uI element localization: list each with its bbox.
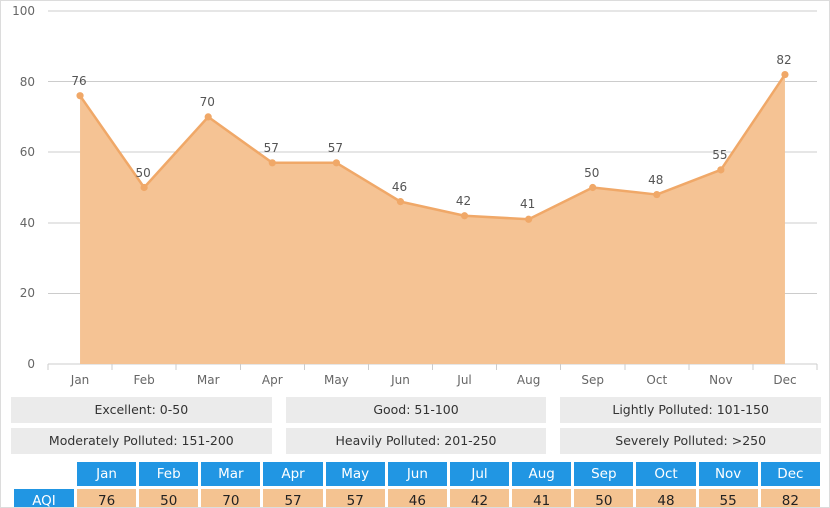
area-chart: 0 20 40 60 80 100 Jan Feb Mar Apr May Jun Jul Aug Sep…: [1, 1, 829, 391]
table-value-jun: 46: [387, 489, 447, 507]
table-col-header-sep: Sep: [574, 462, 634, 486]
table-col-header-feb: Feb: [139, 462, 199, 486]
y-tick-label-20: 20: [19, 286, 35, 301]
y-tick-label-80: 80: [19, 74, 35, 89]
table-col-header-jul: Jul: [449, 462, 510, 486]
legend-row-2: Moderately Polluted: 151-200 Heavily Pol…: [11, 428, 822, 454]
x-tick-label-jan: Jan: [70, 373, 90, 387]
point-value-apr: 57: [263, 140, 279, 155]
data-point-jan[interactable]: [76, 92, 84, 100]
point-value-dec: 82: [776, 52, 792, 67]
x-tick-label-may: May: [323, 373, 349, 387]
table-value-dec: 82: [760, 489, 820, 507]
legend-item-good[interactable]: Good: 51-100: [285, 397, 547, 423]
data-point-oct[interactable]: [653, 190, 661, 199]
legend-item-moderately-polluted[interactable]: Moderately Polluted: 151-200: [11, 428, 272, 454]
x-tick-label-apr: Apr: [261, 373, 283, 387]
table-col-header-mar: Mar: [201, 462, 261, 486]
y-tick-label-0: 0: [27, 357, 35, 371]
aqi-chart-page: 0 20 40 60 80 100 Jan Feb Mar Apr May Jun Jul Aug Sep…: [0, 0, 830, 508]
legend-item-excellent[interactable]: Excellent: 0-50: [11, 397, 272, 423]
area-fill: [80, 74, 785, 364]
table-value-nov: 55: [698, 489, 758, 507]
table-col-header-may: May: [325, 462, 385, 486]
table-value-jan: 76: [77, 489, 137, 507]
table-value-mar: 70: [201, 489, 261, 507]
chart-canvas: [47, 10, 818, 370]
table-value-feb: 50: [139, 489, 199, 507]
y-tick-label-60: 60: [19, 145, 35, 160]
x-tick-label-feb: Feb: [133, 373, 155, 387]
data-point-aug[interactable]: [525, 215, 533, 223]
table-col-header-nov: Nov: [698, 462, 758, 486]
point-value-jun: 46: [391, 179, 408, 194]
aqi-legend: Excellent: 0-50 Good: 51-100 Lightly Pol…: [11, 397, 822, 459]
table-header-row: Jan Feb Mar Apr May Jun Jul Aug Sep Oct Nov Dec: [14, 462, 820, 486]
x-tick-label-oct: Oct: [646, 373, 668, 387]
x-tick-label-mar: Mar: [196, 373, 220, 387]
aqi-data-table: Jan Feb Mar Apr May Jun Jul Aug Sep Oct Nov Dec AQI…: [11, 459, 823, 507]
table-value-sep: 50: [574, 489, 634, 507]
table-col-header-aug: Aug: [512, 462, 572, 486]
legend-row-1: Excellent: 0-50 Good: 51-100 Lightly Pol…: [11, 397, 822, 423]
y-tick-label-100: 100: [12, 4, 35, 18]
point-value-oct: 48: [648, 172, 664, 187]
legend-item-lightly-polluted[interactable]: Lightly Polluted: 101-150: [560, 397, 822, 423]
table-corner-cell: [14, 462, 74, 486]
table-col-header-jun: Jun: [387, 462, 447, 486]
point-value-feb: 50: [135, 165, 151, 180]
x-tick-label-sep: Sep: [581, 373, 605, 387]
data-point-apr[interactable]: [268, 159, 276, 167]
table-row: AQI 76 50 70 57 57 46 42 41 50 48 55 82: [14, 489, 820, 507]
point-value-jan: 76: [71, 73, 87, 88]
point-value-aug: 41: [519, 197, 536, 212]
point-value-sep: 50: [584, 165, 600, 180]
data-point-nov[interactable]: [717, 166, 725, 174]
legend-item-severely-polluted[interactable]: Severely Polluted: >250: [560, 428, 822, 454]
table-col-header-dec: Dec: [760, 462, 820, 486]
x-tick-label-aug: Aug: [516, 373, 541, 387]
table-col-header-jan: Jan: [77, 462, 137, 486]
data-point-dec[interactable]: [781, 70, 789, 79]
x-tick-label-jul: Jul: [457, 373, 472, 387]
point-value-nov: 55: [712, 147, 728, 162]
table-value-aug: 41: [512, 489, 572, 507]
table-col-header-apr: Apr: [263, 462, 323, 486]
table-value-jul: 42: [449, 489, 510, 507]
data-point-sep[interactable]: [589, 183, 597, 192]
data-point-feb[interactable]: [140, 183, 148, 192]
table-col-header-oct: Oct: [636, 462, 696, 486]
data-point-jun[interactable]: [396, 198, 405, 206]
data-point-jul[interactable]: [460, 212, 469, 220]
table-value-apr: 57: [263, 489, 323, 507]
table-row-header-aqi: AQI: [14, 489, 74, 507]
point-value-may: 57: [327, 140, 344, 155]
table-value-may: 57: [325, 489, 385, 507]
x-tick-label-jun: Jun: [391, 373, 410, 387]
y-tick-label-40: 40: [19, 215, 35, 230]
data-point-mar[interactable]: [204, 113, 212, 121]
table-value-oct: 48: [636, 489, 696, 507]
x-tick-label-nov: Nov: [709, 373, 733, 387]
point-value-jul: 42: [455, 193, 472, 208]
data-point-may[interactable]: [332, 159, 340, 167]
axis-lines: [47, 364, 818, 370]
x-tick-label-dec: Dec: [773, 373, 797, 387]
point-value-mar: 70: [199, 94, 215, 109]
legend-item-heavily-polluted[interactable]: Heavily Polluted: 201-250: [285, 428, 547, 454]
